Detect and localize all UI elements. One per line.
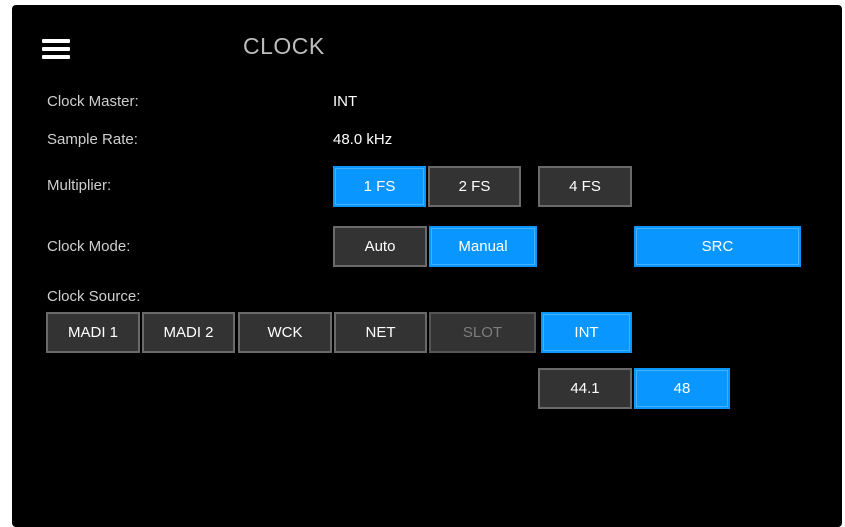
multiplier-4fs-button[interactable]: 4 FS — [538, 166, 632, 207]
multiplier-label: Multiplier: — [47, 177, 112, 194]
rate-44-1-button[interactable]: 44.1 — [538, 368, 632, 409]
clock-source-madi2-button[interactable]: MADI 2 — [142, 312, 235, 353]
clock-source-wck-button[interactable]: WCK — [238, 312, 332, 353]
clock-mode-label: Clock Mode: — [47, 238, 131, 255]
hamburger-menu-icon[interactable] — [42, 39, 70, 59]
clock-source-int-button[interactable]: INT — [541, 312, 632, 353]
clock-master-label: Clock Master: — [47, 93, 139, 110]
clock-mode-manual-button[interactable]: Manual — [429, 226, 537, 267]
sample-rate-value: 48.0 kHz — [333, 131, 393, 148]
rate-48-button[interactable]: 48 — [634, 368, 730, 409]
clock-source-net-button[interactable]: NET — [334, 312, 427, 353]
sample-rate-label: Sample Rate: — [47, 131, 138, 148]
menu-bar — [42, 55, 70, 59]
clock-mode-auto-button[interactable]: Auto — [333, 226, 427, 267]
menu-bar — [42, 47, 70, 51]
clock-screen: CLOCK Clock Master: INT Sample Rate: 48.… — [12, 5, 842, 527]
multiplier-1fs-button[interactable]: 1 FS — [333, 166, 426, 207]
src-button[interactable]: SRC — [634, 226, 801, 267]
menu-bar — [42, 39, 70, 43]
clock-source-slot-button: SLOT — [429, 312, 536, 353]
clock-source-madi1-button[interactable]: MADI 1 — [46, 312, 140, 353]
multiplier-2fs-button[interactable]: 2 FS — [428, 166, 521, 207]
page-title: CLOCK — [243, 33, 325, 59]
clock-source-label: Clock Source: — [47, 288, 141, 305]
clock-master-value: INT — [333, 93, 358, 110]
